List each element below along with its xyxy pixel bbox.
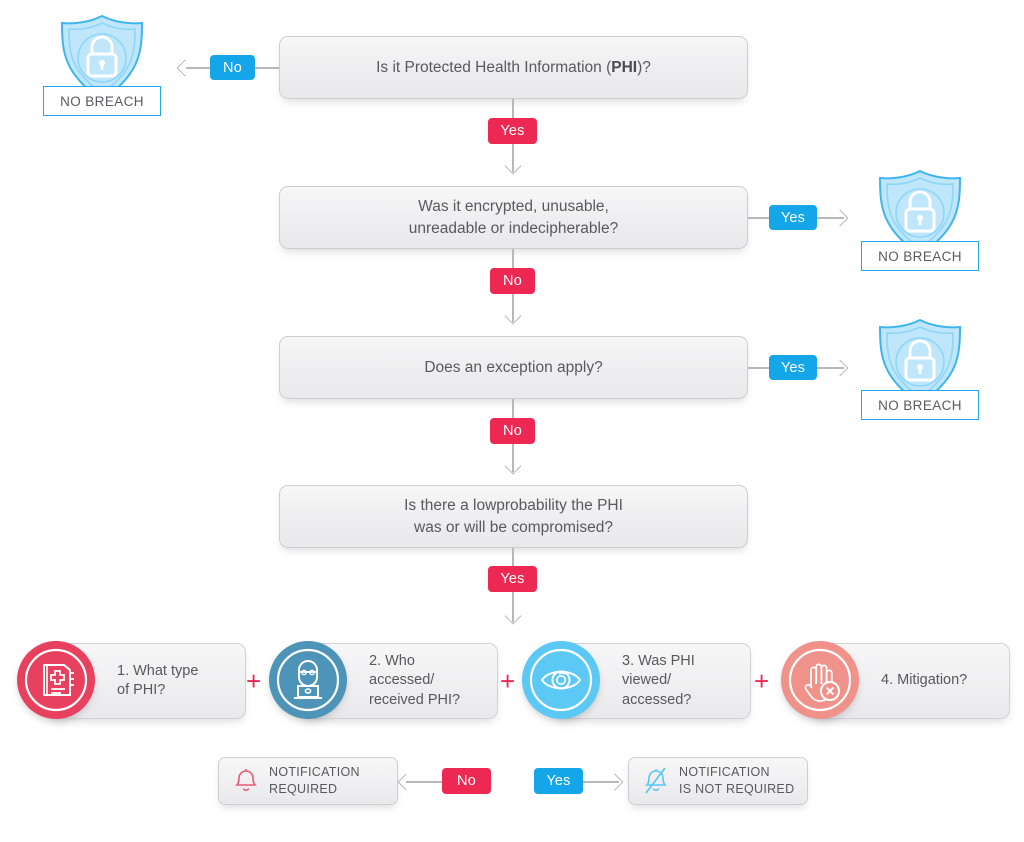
branch-pill-encrypted-yes-label: Yes xyxy=(780,209,806,226)
factor-icon-circle-4[interactable] xyxy=(781,641,859,719)
branch-pill-notification-yes-label: Yes xyxy=(546,773,571,789)
no-breach-text-3: NO BREACH xyxy=(878,397,962,413)
branch-pill-exception-yes-label: Yes xyxy=(780,359,806,376)
notification-not-required-line1: NOTIFICATION xyxy=(679,765,770,780)
eye-icon xyxy=(529,648,593,712)
branch-pill-exception-yes[interactable]: Yes xyxy=(769,355,817,380)
no-breach-text-1: NO BREACH xyxy=(60,93,144,109)
factor-icon-circle-3[interactable] xyxy=(522,641,600,719)
branch-pill-phi-no-label: No xyxy=(223,59,242,76)
factor-icon-circle-1[interactable] xyxy=(17,641,95,719)
notification-not-required-line2: IS NOT REQUIRED xyxy=(679,782,795,796)
no-breach-label-1: NO BREACH xyxy=(43,86,161,116)
outcome-notification-required[interactable]: NOTIFICATION REQUIRED xyxy=(218,757,398,805)
decision-phi-text: Is it Protected Health Information (PHI)… xyxy=(376,57,651,79)
factor-icon-circle-2[interactable] xyxy=(269,641,347,719)
notification-required-line2: REQUIRED xyxy=(269,782,338,796)
outcome-no-breach-2: NO BREACH xyxy=(861,167,979,272)
hand-stop-x-icon xyxy=(788,648,852,712)
decision-box-encrypted[interactable]: Was it encrypted, unusable, unreadable o… xyxy=(279,186,748,249)
decision-lowprobability-line1: Is there a lowprobability the PHI xyxy=(404,496,623,514)
notification-required-line1: NOTIFICATION xyxy=(269,765,360,780)
plus-separator-2: + xyxy=(500,668,515,694)
decision-lowprobability-text: Is there a lowprobability the PHI was or… xyxy=(404,495,623,539)
decision-phi-text-after: )? xyxy=(637,58,651,76)
branch-pill-encrypted-no[interactable]: No xyxy=(490,268,535,294)
branch-pill-phi-no[interactable]: No xyxy=(210,55,255,80)
factor-card-1-line2: of PHI? xyxy=(117,682,166,698)
bell-icon-wrap xyxy=(219,767,269,795)
no-breach-label-2: NO BREACH xyxy=(861,241,979,271)
branch-pill-notification-yes[interactable]: Yes xyxy=(534,768,583,794)
decision-phi-text-bold: PHI xyxy=(611,58,638,76)
factor-card-4-line1: 4. Mitigation? xyxy=(881,672,968,689)
branch-pill-phi-yes[interactable]: Yes xyxy=(488,118,537,144)
hacker-laptop-icon xyxy=(276,648,340,712)
factor-card-3-line1: 3. Was PHI xyxy=(622,653,695,670)
bell-off-icon xyxy=(645,767,667,794)
branch-pill-encrypted-no-label: No xyxy=(503,273,522,289)
flowchart-canvas: Is it Protected Health Information (PHI)… xyxy=(0,0,1024,842)
branch-pill-lowprobability-yes[interactable]: Yes xyxy=(488,566,537,592)
bell-icon xyxy=(235,769,257,791)
plus-separator-1: + xyxy=(246,668,261,694)
branch-pill-phi-yes-label: Yes xyxy=(500,123,525,139)
plus-separator-3: + xyxy=(754,668,769,694)
branch-pill-notification-no-label: No xyxy=(457,773,476,789)
factor-card-2-line1: 2. Who xyxy=(369,653,415,670)
decision-box-phi[interactable]: Is it Protected Health Information (PHI)… xyxy=(279,36,748,99)
plus-symbol-1: + xyxy=(246,666,262,696)
outcome-no-breach-1: NO BREACH xyxy=(43,12,161,117)
branch-pill-notification-no[interactable]: No xyxy=(442,768,491,794)
decision-box-exception[interactable]: Does an exception apply? xyxy=(279,336,748,399)
no-breach-text-2: NO BREACH xyxy=(878,248,962,264)
decision-encrypted-line1: Was it encrypted, unusable, xyxy=(418,197,609,215)
branch-pill-encrypted-yes[interactable]: Yes xyxy=(769,205,817,230)
branch-pill-lowprobability-yes-label: Yes xyxy=(500,571,525,587)
decision-encrypted-line2: unreadable or indecipherable? xyxy=(408,219,619,237)
factor-card-2-line3: received PHI? xyxy=(369,691,461,708)
outcome-notification-required-text: NOTIFICATION REQUIRED xyxy=(269,764,372,797)
decision-encrypted-text: Was it encrypted, unusable, unreadable o… xyxy=(409,196,618,240)
factor-card-3-line2: viewed/ xyxy=(622,672,672,689)
decision-lowprobability-line2: was or will be compromised? xyxy=(414,518,613,536)
branch-pill-exception-no-label: No xyxy=(503,423,522,439)
factor-card-1-line1: 1. What type xyxy=(117,662,199,679)
medical-record-book-icon xyxy=(24,648,88,712)
decision-box-lowprobability[interactable]: Is there a lowprobability the PHI was or… xyxy=(279,485,748,548)
decision-exception-text: Does an exception apply? xyxy=(424,358,603,376)
outcome-notification-not-required-text: NOTIFICATION IS NOT REQUIRED xyxy=(679,764,806,797)
bell-off-icon-wrap xyxy=(629,767,679,795)
branch-pill-exception-no[interactable]: No xyxy=(490,418,535,444)
decision-phi-text-before: Is it Protected Health Information ( xyxy=(376,58,612,76)
plus-symbol-3: + xyxy=(754,666,770,696)
no-breach-label-3: NO BREACH xyxy=(861,390,979,420)
outcome-notification-not-required[interactable]: NOTIFICATION IS NOT REQUIRED xyxy=(628,757,808,805)
factor-card-3-line3: accessed? xyxy=(622,691,692,708)
factor-card-2-line2: accessed/ xyxy=(369,672,435,689)
outcome-no-breach-3: NO BREACH xyxy=(861,316,979,421)
plus-symbol-2: + xyxy=(500,666,516,696)
